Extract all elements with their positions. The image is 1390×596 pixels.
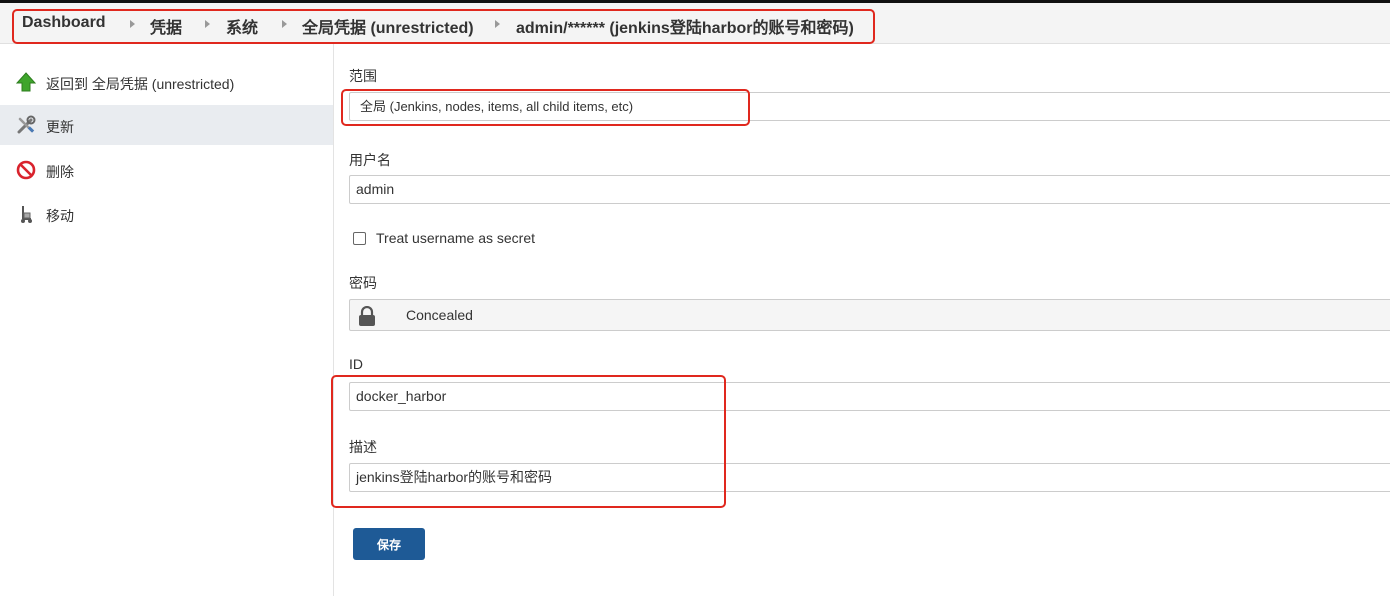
highlight-breadcrumb-annotation <box>12 9 875 44</box>
id-label: ID <box>349 356 363 372</box>
password-concealed-field[interactable]: Concealed <box>349 299 1390 331</box>
no-entry-icon <box>16 160 36 180</box>
highlight-id-description-annotation <box>331 375 726 508</box>
highlight-scope-annotation <box>341 89 750 126</box>
sidebar: 返回到 全局凭据 (unrestricted) 更新 删除 移动 <box>0 44 334 596</box>
save-button[interactable]: 保存 <box>353 528 425 560</box>
lock-icon <box>359 306 375 326</box>
sidebar-item-update[interactable]: 更新 <box>0 105 333 145</box>
sidebar-item-label: 移动 <box>46 208 74 224</box>
treat-username-secret-checkbox[interactable] <box>353 232 366 245</box>
sidebar-item-move[interactable]: 移动 <box>0 194 333 234</box>
up-arrow-icon <box>16 72 36 92</box>
username-input[interactable]: admin <box>349 175 1390 204</box>
sidebar-item-back[interactable]: 返回到 全局凭据 (unrestricted) <box>0 62 333 102</box>
sidebar-item-label: 更新 <box>46 119 74 135</box>
tools-icon <box>17 115 36 134</box>
sidebar-item-label: 删除 <box>46 164 74 180</box>
username-label: 用户名 <box>349 152 391 168</box>
password-label: 密码 <box>349 275 377 291</box>
treat-username-secret-label[interactable]: Treat username as secret <box>376 230 535 246</box>
scope-label: 范围 <box>349 68 377 84</box>
password-concealed-text: Concealed <box>406 307 473 323</box>
credential-form: 范围 全局 (Jenkins, nodes, items, all child … <box>334 44 1390 596</box>
sidebar-item-delete[interactable]: 删除 <box>0 150 333 190</box>
sidebar-item-label: 返回到 全局凭据 (unrestricted) <box>46 76 235 92</box>
move-icon <box>21 206 32 223</box>
